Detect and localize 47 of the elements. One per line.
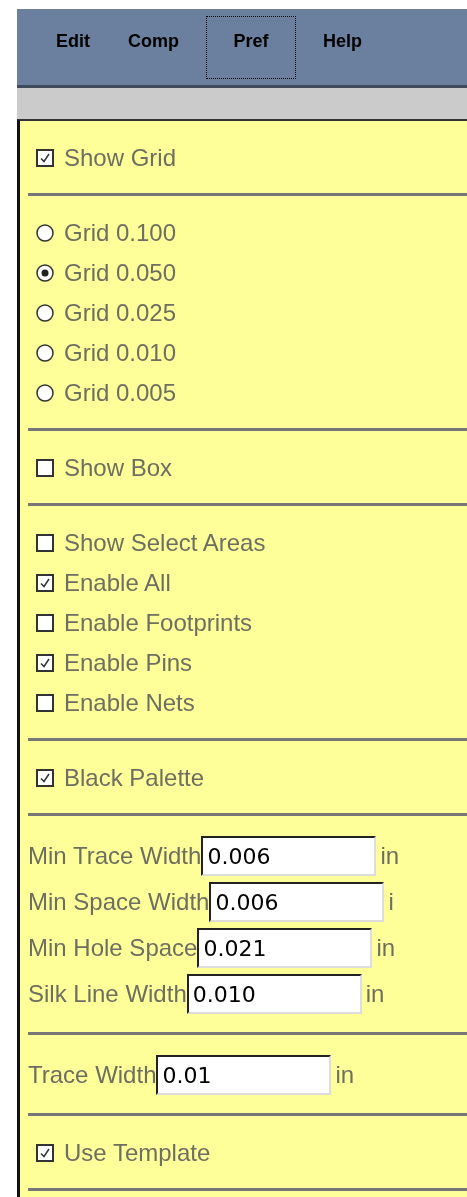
checkbox-label: Use Template (64, 1139, 211, 1167)
unit-label: i (388, 888, 394, 916)
checkbox-label: Black Palette (64, 764, 205, 792)
menu-item[interactable]: Edit (45, 15, 101, 79)
checkbox-label: Enable Pins (64, 649, 193, 677)
checkbox[interactable] (36, 694, 54, 712)
radio-label: Grid 0.025 (64, 299, 177, 327)
field-label: Min Hole Space (28, 934, 198, 962)
unit-label: in (380, 842, 400, 870)
input-field[interactable]: 0.021 (197, 928, 373, 968)
checkbox[interactable] (36, 654, 54, 672)
radio-button[interactable] (36, 344, 54, 362)
checkbox-label: Show Box (64, 454, 173, 482)
checkbox[interactable] (36, 534, 54, 552)
input-field[interactable]: 0.006 (209, 882, 385, 922)
checkbox[interactable] (36, 1144, 54, 1162)
radio-label: Grid 0.100 (64, 219, 177, 247)
checkbox-label: Enable All (64, 569, 171, 597)
field-label: Min Trace Width (28, 842, 202, 870)
radio-label: Grid 0.050 (64, 259, 177, 287)
menu-item[interactable]: Help (312, 15, 373, 79)
radio-label: Grid 0.005 (64, 379, 177, 407)
menu-item[interactable]: Pref (206, 15, 296, 79)
radio-button[interactable] (36, 384, 54, 402)
input-field[interactable]: 0.010 (186, 974, 362, 1014)
radio-button[interactable] (36, 224, 54, 242)
field-label: Min Space Width (28, 888, 210, 916)
checkbox-label: Show Select Areas (64, 529, 266, 557)
menu-item[interactable]: Comp (117, 15, 190, 79)
checkbox-label: Enable Nets (64, 689, 195, 717)
input-field[interactable]: 0.01 (156, 1055, 332, 1095)
unit-label: in (376, 934, 396, 962)
checkbox[interactable] (36, 574, 54, 592)
checkbox-label: Show Grid (64, 144, 177, 172)
input-field[interactable]: 0.006 (201, 836, 377, 876)
field-label: Silk Line Width (28, 980, 187, 1008)
radio-button[interactable] (36, 264, 54, 282)
checkbox[interactable] (36, 149, 54, 167)
checkbox[interactable] (36, 614, 54, 632)
checkbox-label: Enable Footprints (64, 609, 253, 637)
checkbox[interactable] (36, 459, 54, 477)
checkbox[interactable] (36, 769, 54, 787)
radio-button[interactable] (36, 304, 54, 322)
radio-label: Grid 0.010 (64, 339, 177, 367)
unit-label: in (335, 1061, 355, 1089)
field-label: Trace Width (28, 1061, 157, 1089)
unit-label: in (365, 980, 385, 1008)
